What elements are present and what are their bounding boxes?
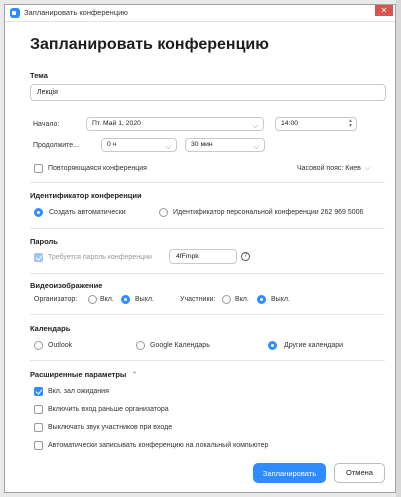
- host-video-on-label: Вкл.: [100, 296, 114, 303]
- participants-video-on-label: Вкл.: [235, 296, 249, 303]
- window-title: Запланировать конференцию: [24, 8, 128, 17]
- topic-input[interactable]: Лекція: [30, 84, 386, 101]
- date-select[interactable]: Пт. Май 1, 2020 ⌵: [86, 117, 264, 131]
- outlook-radio[interactable]: [34, 341, 43, 350]
- join-before-host-label: Включить вход раньше организатора: [48, 406, 169, 413]
- timezone-select[interactable]: Часовой пояс: Киев ⌵: [297, 165, 370, 173]
- other-calendar-label: Другие календари: [284, 342, 344, 349]
- google-calendar-label: Google Календарь: [150, 342, 210, 349]
- video-section-label: Видеоизображение: [30, 281, 103, 290]
- participants-video-on-radio[interactable]: [222, 295, 231, 304]
- waiting-room-label: Вкл. зал ожидания: [48, 388, 109, 395]
- join-before-host-checkbox[interactable]: [34, 405, 43, 414]
- outlook-label: Outlook: [48, 342, 73, 349]
- title-bar: Запланировать конференцию ✕: [5, 5, 395, 22]
- password-section-label: Пароль: [30, 237, 58, 246]
- minutes-value: 30 мин: [191, 141, 213, 148]
- help-icon[interactable]: ?: [241, 252, 250, 261]
- participants-video-off-label: Выкл.: [271, 296, 290, 303]
- host-video-off-label: Выкл.: [135, 296, 154, 303]
- cancel-button[interactable]: Отмена: [334, 463, 385, 483]
- advanced-section-label: Расширенные параметры: [30, 370, 127, 379]
- hours-select[interactable]: 0 ч ⌵: [101, 138, 177, 152]
- divider: [30, 182, 385, 183]
- password-input[interactable]: 4fFmpk: [169, 249, 237, 264]
- mute-on-entry-checkbox[interactable]: [34, 423, 43, 432]
- divider: [30, 314, 385, 315]
- date-value: Пт. Май 1, 2020: [92, 120, 141, 127]
- timezone-label: Часовой пояс: Киев: [297, 165, 361, 172]
- time-input[interactable]: 14:00 ▲ ▼: [275, 117, 357, 131]
- host-video-label: Организатор:: [34, 296, 78, 303]
- minutes-select[interactable]: 30 мин ⌵: [185, 138, 265, 152]
- page-title: Запланировать конференцию: [30, 36, 269, 53]
- google-calendar-radio[interactable]: [136, 341, 145, 350]
- background-strip: [396, 0, 401, 497]
- participants-video-label: Участники:: [180, 296, 216, 303]
- divider: [30, 228, 385, 229]
- time-value: 14:00: [281, 120, 299, 127]
- mute-on-entry-label: Выключать звук участников при входе: [48, 424, 173, 431]
- divider: [30, 273, 385, 274]
- start-label: Начало:: [33, 121, 60, 128]
- recurring-label: Повторяющаяся конференция: [48, 165, 147, 172]
- meeting-id-section-label: Идентификатор конференции: [30, 191, 142, 200]
- participants-video-off-radio[interactable]: [257, 295, 266, 304]
- topic-label: Тема: [30, 71, 48, 80]
- advanced-options-toggle[interactable]: Расширенные параметры ⌃: [30, 370, 138, 379]
- calendar-section-label: Календарь: [30, 324, 71, 333]
- divider: [30, 360, 385, 361]
- chevron-up-icon: ⌃: [131, 370, 138, 379]
- time-spinner-icon[interactable]: ▲ ▼: [347, 119, 354, 130]
- host-video-off-radio[interactable]: [121, 295, 130, 304]
- require-password-label: Требуется пароль конференции: [48, 254, 152, 261]
- personal-id-radio[interactable]: [159, 208, 168, 217]
- hours-value: 0 ч: [107, 141, 117, 148]
- chevron-down-icon: ⌵: [165, 144, 171, 151]
- auto-record-label: Автоматически записывать конференцию на …: [48, 442, 269, 449]
- host-video-on-radio[interactable]: [88, 295, 97, 304]
- auto-record-checkbox[interactable]: [34, 441, 43, 450]
- personal-id-label: Идентификатор персональной конференции 2…: [173, 209, 364, 216]
- require-password-checkbox[interactable]: [34, 253, 43, 262]
- close-button[interactable]: ✕: [375, 5, 393, 16]
- auto-id-radio[interactable]: [34, 208, 43, 217]
- other-calendar-radio[interactable]: [268, 341, 277, 350]
- chevron-down-icon: ⌵: [362, 165, 371, 172]
- chevron-down-icon: ⌵: [253, 144, 259, 151]
- chevron-down-icon: ⌵: [252, 123, 258, 130]
- duration-label: Продолжите...: [33, 142, 80, 149]
- recurring-checkbox[interactable]: [34, 164, 43, 173]
- waiting-room-checkbox[interactable]: [34, 387, 43, 396]
- schedule-button[interactable]: Запланировать: [253, 463, 326, 483]
- auto-id-label: Создать автоматически: [49, 209, 126, 216]
- zoom-app-icon: [10, 8, 20, 18]
